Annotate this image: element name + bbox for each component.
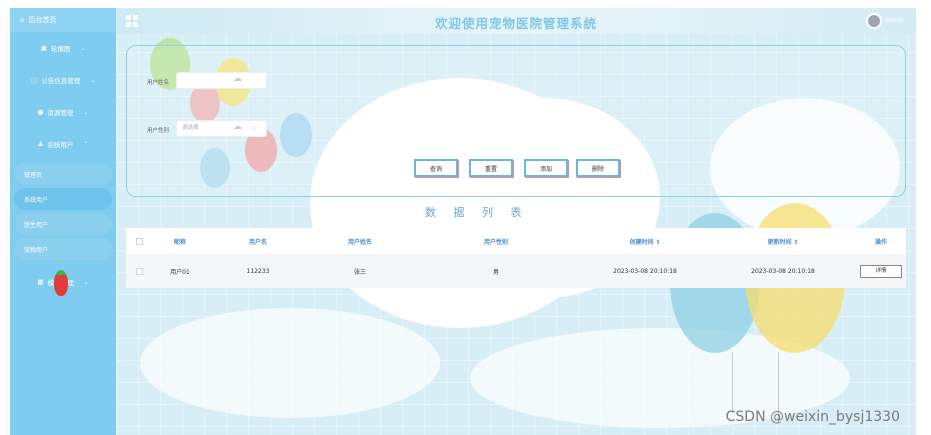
balloon-string xyxy=(732,353,733,413)
chevron-down-icon: ⌄ xyxy=(251,123,257,131)
data-table: 昵称 用户名 用户姓名 用户性别 创建时间 ⇕ 更新时间 ⇕ 操作 用户01 1… xyxy=(126,228,906,288)
query-button[interactable]: 查询 xyxy=(414,159,458,177)
name-input[interactable] xyxy=(176,72,267,89)
column-header: 操作 xyxy=(874,238,887,246)
chevron-down-icon: ⌄ xyxy=(90,76,96,84)
cell-username: 112233 xyxy=(246,267,270,275)
row-select-cell xyxy=(126,267,152,275)
delete-button[interactable]: 删除 xyxy=(576,159,620,177)
table-header: 昵称 用户名 用户姓名 用户性别 创建时间 ⇕ 更新时间 ⇕ 操作 xyxy=(126,228,906,254)
user-icon: ♟ xyxy=(37,140,44,148)
row-checkbox[interactable] xyxy=(135,267,143,275)
app-frame: ⌂ 后台首页 ▣ 轮播图 ⌄ ⓘ 公告信息管理 ⌄ ● 资源管理 ⌄ ♟ 系统用… xyxy=(10,8,916,435)
cell-name: 张三 xyxy=(353,268,366,276)
sidebar-home[interactable]: ⌂ 后台首页 xyxy=(10,8,116,32)
sidebar-sub-admin[interactable]: 管理员 xyxy=(14,163,112,185)
chevron-down-icon: ⌄ xyxy=(80,44,86,52)
user-name[interactable]: admin xyxy=(885,17,904,24)
list-title: 数 据 列 表 xyxy=(425,206,529,219)
column-header: 用户性别 xyxy=(483,238,508,246)
chevron-up-icon: ⌃ xyxy=(83,140,89,148)
cloud-decoration xyxy=(140,308,440,418)
sidebar-item-resource[interactable]: ● 资源管理 ⌄ xyxy=(10,96,116,128)
cloud-icon: ☁ xyxy=(233,74,242,84)
image-icon: ▣ xyxy=(40,44,47,52)
cell-nickname: 用户01 xyxy=(170,268,190,276)
chevron-down-icon: ⌄ xyxy=(83,278,89,286)
watermelon-decoration xyxy=(54,270,68,296)
column-header: 用户姓名 xyxy=(347,238,372,246)
reset-button[interactable]: 重置 xyxy=(469,159,513,177)
select-all-checkbox[interactable] xyxy=(135,237,143,245)
table-row: 用户01 112233 张三 男 2023-03-08 20:10:18 202… xyxy=(126,254,906,288)
sidebar-item-notice[interactable]: ⓘ 公告信息管理 ⌄ xyxy=(10,64,116,96)
info-icon: ⓘ xyxy=(30,77,38,85)
sidebar-item-system-user[interactable]: ♟ 系统用户 ⌃ xyxy=(10,128,116,160)
home-icon: ⌂ xyxy=(20,16,25,24)
chevron-down-icon: ⌄ xyxy=(83,108,89,116)
location-icon: ● xyxy=(37,108,44,116)
header: 欢迎使用宠物医院管理系统 admin xyxy=(116,8,916,34)
avatar[interactable] xyxy=(866,13,882,29)
add-button[interactable]: 添加 xyxy=(524,159,568,177)
column-header: 用户名 xyxy=(248,238,267,246)
detail-button[interactable]: 详情 xyxy=(860,264,902,278)
cell-created: 2023-03-08 20:10:18 xyxy=(613,267,677,275)
search-panel: 用户姓名 ☁ 用户性别 请选择 ☁ ⌄ xyxy=(126,45,906,197)
sidebar-sub-doctor[interactable]: 医生用户 xyxy=(14,213,112,235)
cloud-icon: ☁ xyxy=(233,122,242,132)
gender-label: 用户性别 xyxy=(147,128,170,134)
cell-action: 详情 xyxy=(856,264,906,278)
cell-gender: 男 xyxy=(492,268,499,276)
select-all-cell xyxy=(126,237,152,245)
watermark: CSDN @weixin_bysj1330 xyxy=(725,409,900,425)
column-header-sortable[interactable]: 更新时间 ⇕ xyxy=(710,237,856,246)
column-header-sortable[interactable]: 创建时间 ⇕ xyxy=(580,237,710,246)
sidebar-sub-system-user[interactable]: 系统用户 xyxy=(14,188,112,210)
grid-icon: ▦ xyxy=(37,278,44,286)
name-label: 用户姓名 xyxy=(147,80,170,86)
cell-updated: 2023-03-08 20:10:18 xyxy=(751,267,815,275)
sidebar-item-carousel[interactable]: ▣ 轮播图 ⌄ xyxy=(10,32,116,64)
column-header: 昵称 xyxy=(173,238,186,246)
page-title: 欢迎使用宠物医院管理系统 xyxy=(434,16,597,31)
sidebar-sub-pet-user[interactable]: 宠物用户 xyxy=(14,238,112,260)
sidebar: ⌂ 后台首页 ▣ 轮播图 ⌄ ⓘ 公告信息管理 ⌄ ● 资源管理 ⌄ ♟ 系统用… xyxy=(10,8,116,435)
